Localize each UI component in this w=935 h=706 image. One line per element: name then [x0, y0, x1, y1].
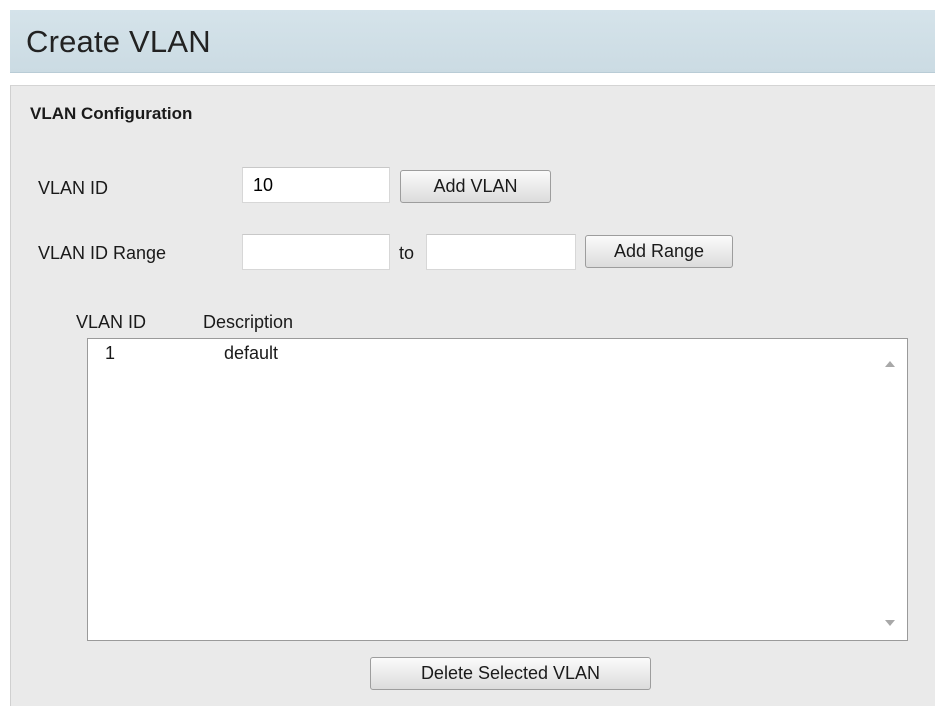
- table-row[interactable]: 1 default: [88, 343, 868, 369]
- add-range-button[interactable]: Add Range: [585, 235, 733, 268]
- create-vlan-page: Create VLAN VLAN Configuration VLAN ID A…: [0, 0, 935, 706]
- add-vlan-button[interactable]: Add VLAN: [400, 170, 551, 203]
- vertical-scrollbar[interactable]: [873, 339, 907, 640]
- delete-selected-vlan-button[interactable]: Delete Selected VLAN: [370, 657, 651, 690]
- row-description: default: [224, 343, 279, 363]
- page-title: Create VLAN: [26, 24, 211, 59]
- range-to-label: to: [399, 243, 415, 263]
- vlan-list[interactable]: 1 default: [87, 338, 908, 641]
- vlan-id-range-label: VLAN ID Range: [38, 243, 167, 263]
- vlan-range-to-input[interactable]: [426, 234, 576, 270]
- section-title: VLAN Configuration: [30, 104, 193, 123]
- vlan-id-input[interactable]: [242, 167, 390, 203]
- scroll-up-arrow-icon[interactable]: [885, 361, 895, 367]
- title-bar: Create VLAN: [10, 10, 935, 73]
- scroll-down-arrow-icon[interactable]: [885, 620, 895, 626]
- vlan-range-from-input[interactable]: [242, 234, 390, 270]
- row-vlan-id: 1: [105, 343, 116, 363]
- column-header-vlan-id: VLAN ID: [76, 312, 147, 332]
- column-header-description: Description: [203, 312, 294, 332]
- vlan-id-label: VLAN ID: [38, 178, 109, 198]
